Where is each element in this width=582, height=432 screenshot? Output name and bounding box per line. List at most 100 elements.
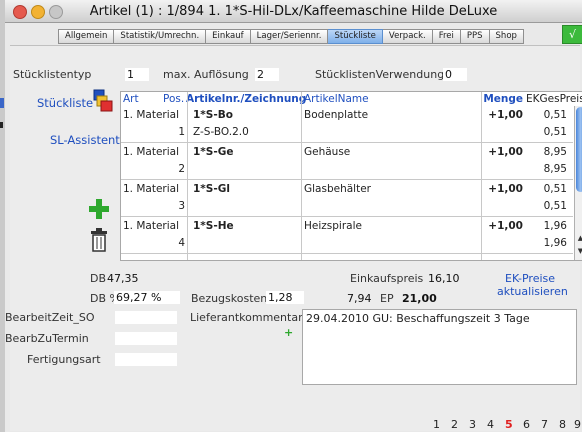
cell-pos: 3 xyxy=(178,200,185,212)
max-aufloesung-field[interactable]: 2 xyxy=(255,68,279,81)
col-header-artikelnr[interactable]: Artikelnr./Zeichnung xyxy=(186,92,306,106)
page-4-link[interactable]: 4 xyxy=(487,418,494,431)
max-aufloesung-label: max. Auflösung xyxy=(163,68,249,81)
table-row[interactable]: 1. Material 1 1*S-Bo Z-S-BO.2.0 Bodenpla… xyxy=(121,106,573,143)
verwendung-field[interactable]: 0 xyxy=(443,68,467,81)
table-scrollbar[interactable]: ▲ ▼ xyxy=(574,106,582,260)
tab-pps[interactable]: PPS xyxy=(460,29,490,44)
page-7-link[interactable]: 7 xyxy=(541,418,548,431)
col-header-artikelname[interactable]: ArtikelName xyxy=(304,92,369,106)
col-header-ekgespreis[interactable]: EKGesPreis xyxy=(526,92,582,106)
tab-allgemein[interactable]: Allgemein xyxy=(58,29,115,44)
cell-ekgespreis: 0,51 xyxy=(543,109,567,121)
cell-artikelnr: 1*S-Ge xyxy=(193,146,234,158)
background-window-mark xyxy=(0,122,3,128)
ep-amount: 7,94 xyxy=(347,292,372,305)
cell-art: 1. Material xyxy=(123,183,180,195)
table-row[interactable]: 1. Material 3 1*S-Gl Glasbehälter +1,00 … xyxy=(121,180,573,217)
lieferantkommentar-textarea[interactable]: 29.04.2010 GU: Beschaffungszeit 3 Tage xyxy=(302,309,577,385)
confirm-check-button[interactable]: √ xyxy=(562,25,582,44)
cell-ekgespreis-total: 1,96 xyxy=(543,237,567,249)
db-label: DB xyxy=(90,272,107,285)
col-header-menge[interactable]: Menge xyxy=(441,92,523,106)
bearbeitzeit-field[interactable] xyxy=(115,311,177,324)
bom-table: Art Pos. Artikelnr./Zeichnung ArtikelNam… xyxy=(120,91,582,261)
cell-pos: 4 xyxy=(178,237,185,249)
page-5-link[interactable]: 5 xyxy=(505,418,513,431)
tab-bar: Allgemein Statistik/Umrechn. Einkauf Lag… xyxy=(58,29,524,44)
tab-lager[interactable]: Lager/Seriennr. xyxy=(250,29,329,44)
tab-stueckliste[interactable]: Stückliste xyxy=(328,29,383,44)
cell-ekgespreis: 0,51 xyxy=(543,183,567,195)
db-percent-value: 69,27 % xyxy=(114,291,180,304)
einkaufspreis-label: Einkaufspreis xyxy=(350,272,424,285)
stueckliste-panel: Stücklistentyp 1 max. Auflösung 2 Stückl… xyxy=(5,45,582,431)
table-row[interactable]: 1. Material 4 1*S-He Heizspirale +1,00 1… xyxy=(121,217,573,254)
cell-artikelname: Gehäuse xyxy=(304,146,351,158)
cell-ekgespreis-total: 8,95 xyxy=(543,163,567,175)
ek-preise-link-line2[interactable]: aktualisieren xyxy=(497,285,568,298)
background-window-mark xyxy=(0,98,4,108)
tab-shop[interactable]: Shop xyxy=(489,29,524,44)
page-2-link[interactable]: 2 xyxy=(451,418,458,431)
stuecklistentyp-field[interactable]: 1 xyxy=(125,68,149,81)
einkaufspreis-value: 16,10 xyxy=(428,272,460,285)
page-6-link[interactable]: 6 xyxy=(523,418,530,431)
bezugskosten-field[interactable]: 1,28 xyxy=(266,291,304,304)
article-window: Artikel (1) : 1/894 1. 1*S-Hil-DLx/Kaffe… xyxy=(5,0,582,432)
cell-ekgespreis-total: 0,51 xyxy=(543,200,567,212)
cell-artikelname: Bodenplatte xyxy=(304,109,369,121)
fertigungsart-field[interactable] xyxy=(115,353,177,366)
tab-statistik[interactable]: Statistik/Umrechn. xyxy=(114,29,207,44)
cell-artikelnr: 1*S-He xyxy=(193,220,234,232)
scroll-down-arrow-icon[interactable]: ▼ xyxy=(575,247,582,255)
cell-ekgespreis-total: 0,51 xyxy=(543,126,567,138)
fertigungsart-label: Fertigungsart xyxy=(27,353,101,366)
scrollbar-thumb[interactable] xyxy=(576,107,582,192)
lieferantkommentar-label: Lieferantkommentar xyxy=(190,311,303,324)
verwendung-label: StücklistenVerwendung xyxy=(315,68,445,81)
cell-menge: +1,00 xyxy=(488,109,523,121)
cell-ekgespreis: 1,96 xyxy=(543,220,567,232)
cell-menge: +1,00 xyxy=(488,220,523,232)
page-8-link[interactable]: 8 xyxy=(559,418,566,431)
scroll-up-arrow-icon[interactable]: ▲ xyxy=(575,234,582,242)
add-plus-icon[interactable] xyxy=(88,198,110,220)
add-comment-plus-icon[interactable]: + xyxy=(284,326,293,339)
cell-art: 1. Material xyxy=(123,220,180,232)
bezugskosten-label: Bezugskosten xyxy=(191,292,268,305)
tab-einkauf[interactable]: Einkauf xyxy=(206,29,251,44)
cell-ekgespreis: 8,95 xyxy=(543,146,567,158)
cell-zeichnung: Z-S-BO.2.0 xyxy=(193,126,249,138)
page-9-link[interactable]: 9 xyxy=(574,418,581,431)
stueckliste-link[interactable]: Stückliste xyxy=(37,96,93,110)
cell-pos: 1 xyxy=(178,126,185,138)
cell-menge: +1,00 xyxy=(488,183,523,195)
bearbzutermin-field[interactable] xyxy=(115,332,177,345)
col-header-art[interactable]: Art xyxy=(123,92,139,106)
bearbzutermin-label: BearbZuTermin xyxy=(5,332,89,345)
cell-art: 1. Material xyxy=(123,109,180,121)
tab-verpack[interactable]: Verpack. xyxy=(382,29,433,44)
col-header-pos[interactable]: Pos. xyxy=(163,92,184,106)
sl-assistent-link[interactable]: SL-Assistent xyxy=(50,133,120,147)
cell-pos: 2 xyxy=(178,163,185,175)
cell-artikelname: Glasbehälter xyxy=(304,183,371,195)
stuecklistentyp-label: Stücklistentyp xyxy=(13,68,92,81)
db-value: 47,35 xyxy=(107,272,139,285)
page-3-link[interactable]: 3 xyxy=(469,418,476,431)
cell-artikelnr: 1*S-Gl xyxy=(193,183,230,195)
cell-artikelnr: 1*S-Bo xyxy=(193,109,233,121)
cell-art: 1. Material xyxy=(123,146,180,158)
cell-menge: +1,00 xyxy=(488,146,523,158)
tab-frei[interactable]: Frei xyxy=(432,29,461,44)
trash-icon[interactable] xyxy=(90,228,108,252)
page-1-link[interactable]: 1 xyxy=(433,418,440,431)
ek-preise-link[interactable]: EK-Preise xyxy=(505,272,555,285)
stueckliste-tree-icon[interactable] xyxy=(92,89,114,113)
bearbeitzeit-label: BearbeitZeit_SO xyxy=(5,311,95,324)
title-bar[interactable]: Artikel (1) : 1/894 1. 1*S-Hil-DLx/Kaffe… xyxy=(5,0,582,23)
table-row[interactable]: 1. Material 2 1*S-Ge Gehäuse +1,00 8,95 … xyxy=(121,143,573,180)
window-title: Artikel (1) : 1/894 1. 1*S-Hil-DLx/Kaffe… xyxy=(89,4,498,19)
ep-value: 21,00 xyxy=(402,292,437,305)
